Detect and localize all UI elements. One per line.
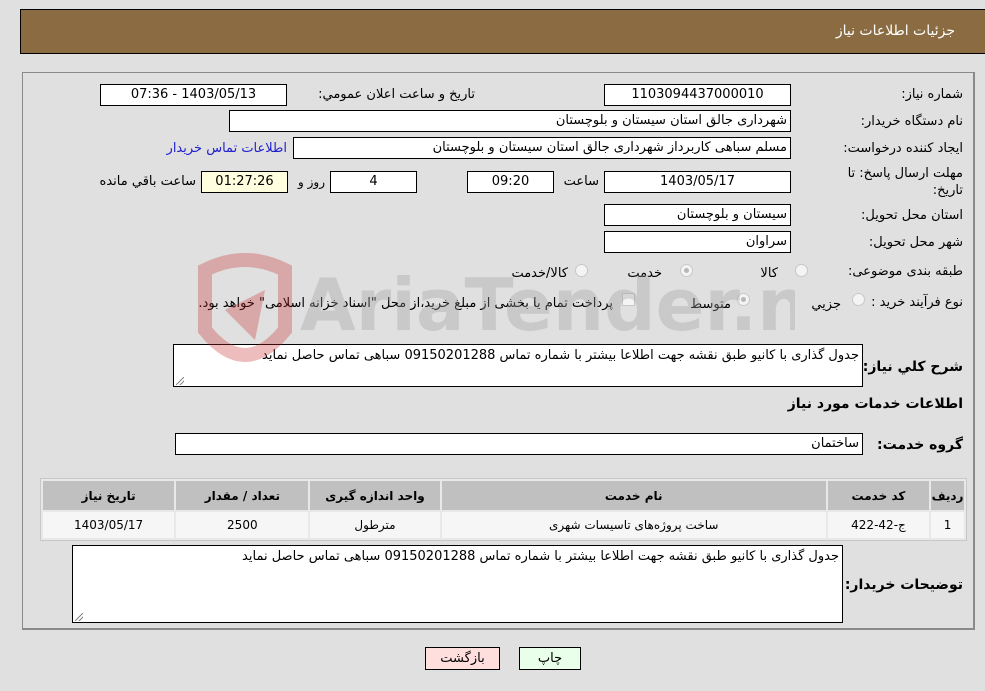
province-field: سیستان و بلوچستان [604,204,791,226]
details-panel: شماره نیاز: 1103094437000010 تاریخ و ساع… [22,72,975,630]
category-option-goods-service: کالا/خدمت [511,266,568,281]
cell-code: ج-42-422 [827,512,930,538]
announce-field: 1403/05/13 - 07:36 [100,84,287,106]
category-radio-service[interactable] [680,264,693,277]
process-label: نوع فرآیند خرید : [871,295,963,310]
services-table: ردیف کد خدمت نام خدمت واحد اندازه گیری ت… [40,478,967,541]
description-label: شرح کلي نیاز: [862,359,963,375]
buyer-notes-label: توضیحات خریدار: [844,577,963,593]
back-button[interactable]: بازگشت [425,647,500,670]
need-number-field: 1103094437000010 [604,84,791,106]
category-label: طبقه بندی موضوعی: [847,264,963,279]
category-radio-goods-service[interactable] [575,264,588,277]
process-option-minor: جزيي [811,297,841,312]
days-label: روز و [298,175,325,189]
resize-handle-icon[interactable] [176,377,184,385]
deadline-time-label: ساعت [563,174,599,189]
col-header-qty: تعداد / مقدار [176,481,309,510]
cell-row: 1 [931,512,964,538]
treasury-checkbox[interactable] [622,293,635,306]
buyer-notes-text: جدول گذاری با کانیو طبق نقشه جهت اطلاعا … [242,549,839,564]
col-header-code: کد خدمت [827,481,930,510]
buyer-org-field: شهرداری جالق استان سیستان و بلوچستان [229,110,791,132]
announce-label: تاریخ و ساعت اعلان عمومي: [318,87,475,102]
resize-handle-icon[interactable] [75,613,83,621]
requester-label: ایجاد کننده درخواست: [843,141,963,156]
page-header: جزئیات اطلاعات نیاز [20,9,985,54]
remaining-days-field: 4 [330,171,417,193]
buyer-notes-textarea[interactable]: جدول گذاری با کانیو طبق نقشه جهت اطلاعا … [72,545,843,623]
need-number-label: شماره نیاز: [901,87,963,102]
remaining-time-field: 01:27:26 [201,171,288,193]
page-title: جزئیات اطلاعات نیاز [835,23,955,39]
services-section-title: اطلاعات خدمات مورد نیاز [787,396,963,412]
requester-field: مسلم سباهی کاربرداز شهرداری جالق استان س… [293,137,791,159]
print-button[interactable]: چاپ [519,647,581,670]
cell-qty: 2500 [176,512,309,538]
buyer-contact-link[interactable]: اطلاعات تماس خریدار [167,141,287,156]
service-group-label: گروه خدمت: [877,437,963,453]
deadline-date-field: 1403/05/17 [604,171,791,193]
description-textarea[interactable]: جدول گذاری با کانیو طبق نقشه جهت اطلاعا … [173,344,863,387]
buyer-org-label: نام دستگاه خریدار: [860,114,963,129]
col-header-row: ردیف [931,481,964,510]
deadline-label: مهلت ارسال پاسخ: تا تاریخ: [847,166,963,198]
treasury-note: پرداخت تمام یا بخشی از مبلغ خرید،از محل … [198,296,613,311]
cell-unit: مترطول [310,512,440,538]
city-field: سراوان [604,231,791,253]
col-header-date: تاریخ نیاز [43,481,175,510]
province-label: استان محل تحویل: [861,208,963,223]
category-radio-goods[interactable] [795,264,808,277]
cell-name: ساخت پروژه‌های تاسیسات شهری [441,512,826,538]
cell-date: 1403/05/17 [43,512,175,538]
process-radio-medium[interactable] [737,293,750,306]
city-label: شهر محل تحویل: [868,235,963,250]
process-option-medium: متوسط [690,297,731,312]
deadline-time-field: 09:20 [467,171,554,193]
process-radio-minor[interactable] [852,293,865,306]
remaining-time-label: ساعت باقي مانده [99,174,196,189]
col-header-unit: واحد اندازه گیری [310,481,440,510]
category-option-service: خدمت [627,266,662,281]
table-row: 1 ج-42-422 ساخت پروژه‌های تاسیسات شهری م… [43,512,964,538]
service-group-field: ساختمان [175,433,863,455]
table-header-row: ردیف کد خدمت نام خدمت واحد اندازه گیری ت… [43,481,964,510]
category-option-goods: کالا [760,266,778,281]
description-text: جدول گذاری با کانیو طبق نقشه جهت اطلاعا … [262,348,859,363]
col-header-name: نام خدمت [441,481,826,510]
